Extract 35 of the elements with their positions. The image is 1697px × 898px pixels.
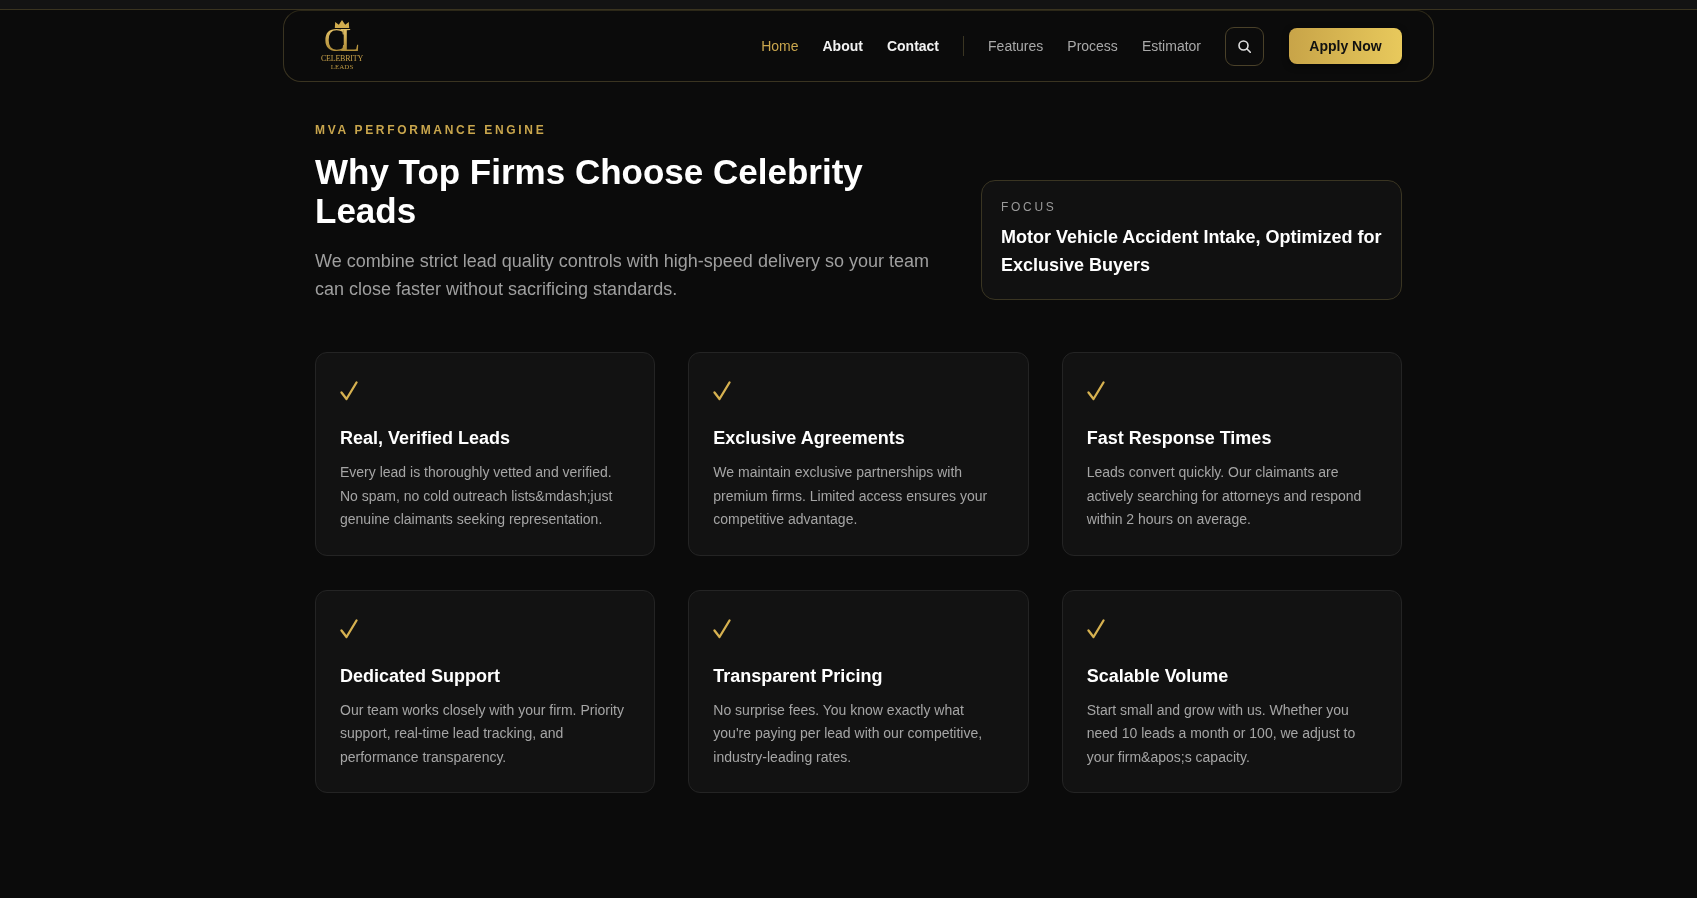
apply-now-button[interactable]: Apply Now: [1289, 28, 1402, 64]
crown-icon: [334, 19, 350, 28]
card-title: Scalable Volume: [1086, 664, 1230, 688]
card-title: Real, Verified Leads: [340, 427, 512, 450]
check-icon: [340, 381, 358, 401]
check-icon: [713, 381, 732, 401]
focus-title: Motor Vehicle Accident Intake, Optimized for Exclusive Buyers: [1001, 226, 1383, 277]
card-description: No surprise fees. You know exactly what you're paying per lead with our competitive, industry-leading rates.: [713, 700, 984, 767]
card-title: Fast Response Times: [1086, 427, 1273, 450]
nav-link[interactable]: Process: [1067, 37, 1118, 55]
logo-wordmark: CELEBRITY: [320, 53, 364, 63]
eyebrow-label: MVA PERFORMANCE ENGINE: [315, 122, 548, 138]
card-title: Transparent Pricing: [713, 664, 884, 688]
page-heading: Why Top Firms Choose Celebrity Leads: [315, 152, 864, 230]
card-title: Exclusive Agreements: [713, 427, 906, 450]
focus-label: FOCUS: [1001, 199, 1057, 215]
card-description: Leads convert quickly. Our claimants are actively searching for attorneys and respond within 2 hours on average.: [1086, 463, 1363, 529]
check-icon: [340, 618, 358, 639]
nav-link[interactable]: Estimator: [1141, 37, 1201, 55]
check-icon: [1086, 618, 1105, 639]
check-icon: [1086, 381, 1105, 401]
card-description: Start small and grow with us. Whether you need 10 leads a month or 100, we adjust to your firm&apos;s capacity.: [1086, 700, 1357, 767]
card-title: Dedicated Support: [340, 664, 501, 688]
search-button[interactable]: [1225, 26, 1264, 66]
nav-link[interactable]: Home: [761, 37, 799, 55]
logo-monogram[interactable]: CL: [323, 27, 361, 53]
nav-link[interactable]: Contact: [886, 37, 940, 55]
intro-paragraph: We combine strict lead quality controls with high-speed delivery so your team can close faster without sacrificing standards.: [315, 250, 930, 301]
check-icon: [713, 618, 732, 639]
nav-link[interactable]: Features: [988, 37, 1044, 55]
card-description: Every lead is thoroughly vetted and verified. No spam, no cold outreach lists&mdash;just genuine claimants seeking representation.: [340, 463, 614, 529]
card-description: Our team works closely with your firm. Priority support, real-time lead tracking, and performance transparency.: [340, 700, 625, 767]
search-icon: [1238, 39, 1251, 53]
card-description: We maintain exclusive partnerships with premium firms. Limited access ensures your competitive advantage.: [713, 463, 989, 529]
nav-link[interactable]: About: [822, 37, 863, 55]
